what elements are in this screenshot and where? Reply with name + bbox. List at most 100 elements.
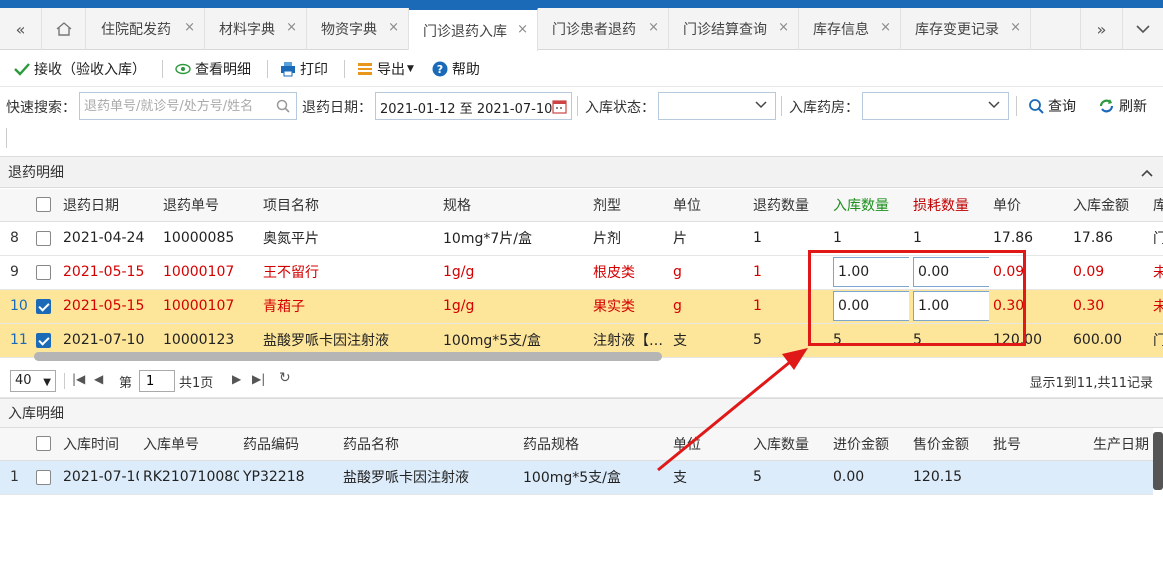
cell-spec: 1g/g: [439, 289, 589, 324]
inbound-qty-input[interactable]: [833, 257, 909, 287]
return-date-range-input[interactable]: 2021-01-12 至 2021-07-10: [375, 92, 572, 120]
filter-divider: [6, 128, 7, 148]
page-number-input[interactable]: [139, 370, 175, 392]
quick-search-input[interactable]: [79, 92, 297, 120]
cell-unit: g: [669, 289, 749, 324]
row-number-header: [0, 428, 32, 461]
col-header-inbound-order[interactable]: 入库单号: [139, 428, 239, 461]
close-icon[interactable]: ×: [184, 20, 195, 35]
col-header-unit[interactable]: 单位: [669, 189, 749, 222]
col-header-drug-name[interactable]: 药品名称: [339, 428, 519, 461]
inbound-qty-input[interactable]: [833, 291, 909, 321]
search-icon[interactable]: [276, 99, 290, 113]
loss-qty-input[interactable]: [913, 257, 989, 287]
double-right-icon[interactable]: »: [1080, 8, 1122, 50]
col-header-loss-qty[interactable]: 损耗数量: [909, 189, 989, 222]
col-header-item-name[interactable]: 项目名称: [259, 189, 439, 222]
reload-icon[interactable]: ↻: [279, 370, 291, 386]
cell-amount: 0.30: [1069, 289, 1149, 324]
tab-bar: « 住院配发药 × 材料字典 × 物资字典 × 门诊退药入库 × 门诊患者退药 × 门诊结…: [0, 8, 1163, 51]
export-button[interactable]: 导出 ▼: [353, 59, 418, 79]
col-header-return-qty[interactable]: 退药数量: [749, 189, 829, 222]
check-icon: [14, 62, 30, 76]
svg-text:?: ?: [437, 63, 443, 76]
close-icon[interactable]: ×: [778, 20, 789, 35]
page-size-select[interactable]: 40 ▼: [10, 370, 56, 392]
col-header-inbound-time[interactable]: 入库时间: [59, 428, 139, 461]
receive-button[interactable]: 接收（验收入库）: [10, 59, 150, 79]
cell-sale: 120.15: [909, 460, 989, 495]
filter-divider: [577, 96, 578, 116]
select-all-cell[interactable]: [32, 189, 59, 222]
next-page-icon[interactable]: ▶: [232, 372, 241, 386]
row-checkbox[interactable]: [36, 264, 51, 280]
tab-outpatient-return-inbound[interactable]: 门诊退药入库 ×: [409, 8, 538, 51]
first-page-icon[interactable]: |◀: [72, 372, 85, 386]
status-select[interactable]: [658, 92, 776, 120]
col-header-drug-code[interactable]: 药品编码: [239, 428, 339, 461]
col-header-sale-amount[interactable]: 售价金额: [909, 428, 989, 461]
filter-bar: 快速搜索： 退药日期： 2021-01-12 至 2021-07-10 入库状态…: [0, 88, 1163, 154]
loss-qty-input[interactable]: [913, 291, 989, 321]
col-header-spec[interactable]: 规格: [439, 189, 589, 222]
table-row[interactable]: 9 2021-05-15 10000107 王不留行 1g/g 根皮类 g 1 …: [0, 255, 1163, 290]
tab-label: 物资字典: [321, 22, 377, 38]
row-checkbox-checked[interactable]: [36, 332, 51, 348]
tab-material-dict[interactable]: 材料字典 ×: [205, 8, 307, 50]
tab-outpatient-settlement[interactable]: 门诊结算查询 ×: [669, 8, 799, 50]
table-row[interactable]: 1 2021-07-10 RK210710080 YP32218 盐酸罗哌卡因注…: [0, 460, 1153, 495]
select-all-checkbox[interactable]: [36, 436, 51, 452]
inbound-detail-title: 入库明细: [8, 406, 64, 422]
close-icon[interactable]: ×: [286, 20, 297, 35]
prev-page-icon[interactable]: ◀: [94, 372, 103, 386]
col-header-unit[interactable]: 单位: [669, 428, 749, 461]
tab-stock-change-log[interactable]: 库存变更记录 ×: [901, 8, 1031, 50]
table-row-selected[interactable]: 10 2021-05-15 10000107 青葙子 1g/g 果实类 g 1 …: [0, 289, 1163, 324]
row-checkbox[interactable]: [36, 230, 51, 246]
calendar-icon[interactable]: [552, 99, 567, 114]
col-header-inbound-amount[interactable]: 入库金额: [1069, 189, 1149, 222]
refresh-button[interactable]: 刷新: [1098, 96, 1147, 116]
pharmacy-select[interactable]: [862, 92, 1009, 120]
tab-inpatient-dispense[interactable]: 住院配发药 ×: [87, 8, 205, 50]
select-all-checkbox[interactable]: [36, 197, 51, 213]
close-icon[interactable]: ×: [880, 20, 891, 35]
tab-stock-info[interactable]: 库存信息 ×: [799, 8, 901, 50]
last-page-icon[interactable]: ▶|: [252, 372, 265, 386]
horizontal-scrollbar[interactable]: [34, 352, 662, 361]
col-header-return-date[interactable]: 退药日期: [59, 189, 159, 222]
col-header-batch[interactable]: 批号: [989, 428, 1089, 461]
view-detail-button[interactable]: 查看明细: [171, 59, 255, 79]
toolbar-divider: [267, 59, 268, 78]
cell-amount: 600.00: [1069, 323, 1149, 358]
col-header-truncated[interactable]: 库: [1149, 189, 1163, 222]
double-left-icon[interactable]: «: [0, 8, 42, 50]
col-header-cost-amount[interactable]: 进价金额: [829, 428, 909, 461]
col-header-drug-spec[interactable]: 药品规格: [519, 428, 669, 461]
close-icon[interactable]: ×: [1010, 20, 1021, 35]
close-icon[interactable]: ×: [517, 22, 528, 37]
vertical-scrollbar[interactable]: [1153, 432, 1163, 490]
chevron-down-icon[interactable]: [1122, 8, 1163, 50]
col-header-mfg-date[interactable]: 生产日期: [1089, 428, 1153, 461]
col-header-return-order[interactable]: 退药单号: [159, 189, 259, 222]
collapse-up-icon[interactable]: [1141, 157, 1153, 189]
query-button[interactable]: 查询: [1028, 96, 1076, 116]
home-icon[interactable]: [42, 8, 86, 50]
close-icon[interactable]: ×: [648, 20, 659, 35]
help-button[interactable]: ? 帮助: [428, 59, 484, 79]
col-header-inbound-qty[interactable]: 入库数量: [829, 189, 909, 222]
print-button[interactable]: 打印: [276, 59, 332, 79]
tab-supplies-dict[interactable]: 物资字典 ×: [307, 8, 409, 50]
dropdown-caret-icon: ▼: [407, 63, 414, 74]
close-icon[interactable]: ×: [388, 20, 399, 35]
row-checkbox[interactable]: [36, 469, 51, 485]
pharmacy-label: 入库药房：: [789, 100, 859, 116]
col-header-price[interactable]: 单价: [989, 189, 1069, 222]
row-checkbox-checked[interactable]: [36, 298, 51, 314]
cell-truncated: 门: [1149, 221, 1163, 256]
table-row[interactable]: 8 2021-04-24 10000085 奥氮平片 10mg*7片/盒 片剂 …: [0, 221, 1163, 256]
tab-outpatient-patient-return[interactable]: 门诊患者退药 ×: [538, 8, 669, 50]
col-header-inbound-qty[interactable]: 入库数量: [749, 428, 829, 461]
col-header-form[interactable]: 剂型: [589, 189, 669, 222]
